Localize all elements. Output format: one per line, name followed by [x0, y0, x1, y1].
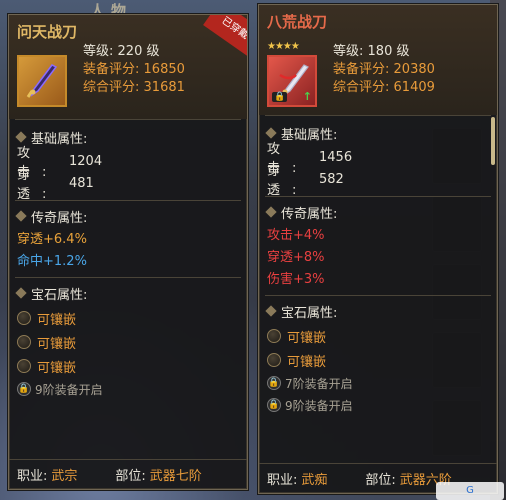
item-tooltip-equipped: 问天战刀 已穿戴 ★ 等级: 220 级 装备评分: 16850 综合评分: 3…	[8, 14, 248, 490]
tooltip-header: 问天战刀 已穿戴 ★ 等级: 220 级 装备评分: 16850 综合评分: 3…	[9, 15, 247, 119]
equip-score-label: 装备评分:	[83, 62, 140, 77]
blade-icon	[26, 64, 58, 98]
gem-slot[interactable]: 可镶嵌	[267, 348, 497, 372]
diamond-icon	[265, 305, 277, 317]
item-icon	[17, 55, 67, 107]
slot-label: 部位:	[365, 473, 396, 488]
gem-socket-icon	[267, 353, 281, 367]
tooltip-header: 八荒战刀 ★★★★ 🔒 ↑ 等级: 180 级 装备评分: 20380 综合评分…	[259, 5, 497, 115]
lock-icon: 🔒	[267, 398, 281, 412]
total-score-value: 31681	[143, 80, 185, 95]
diamond-icon	[265, 127, 277, 139]
item-stats: 等级: 180 级 装备评分: 20380 综合评分: 61409	[333, 43, 435, 97]
divider	[265, 295, 491, 296]
gem-slot-label: 可镶嵌	[37, 360, 77, 376]
gem-slot[interactable]: 可镶嵌	[267, 324, 497, 348]
divider	[15, 119, 241, 120]
job-value: 武痴	[301, 473, 328, 488]
level-value: 180 级	[367, 44, 410, 59]
section-title: 传奇属性:	[31, 210, 88, 226]
attribute-value: 481	[69, 175, 94, 191]
level-value: 220 级	[117, 44, 160, 59]
gem-socket-icon	[17, 359, 31, 373]
lock-label: 9阶装备开启	[35, 382, 103, 397]
item-name: 八荒战刀	[267, 13, 328, 31]
watermark-logo: G	[436, 482, 504, 500]
gem-slot-label: 可镶嵌	[287, 330, 327, 346]
item-tooltip-compare: 八荒战刀 ★★★★ 🔒 ↑ 等级: 180 级 装备评分: 20380 综合评分…	[258, 4, 498, 494]
tooltip-footer: 职业: 武宗 部位: 武器七阶	[9, 459, 247, 489]
lock-label: 9阶装备开启	[285, 398, 353, 413]
lock-label: 7阶装备开启	[285, 376, 353, 391]
equipped-badge: 已穿戴	[203, 15, 247, 58]
lock-icon: 🔒	[272, 92, 288, 102]
lock-icon: 🔒	[267, 376, 281, 390]
gem-socket-icon	[17, 311, 31, 325]
attribute-value: 1204	[69, 153, 103, 169]
base-attributes: 基础属性: 攻 击: 1456 穿 透: 582	[259, 120, 497, 198]
diamond-icon	[15, 210, 27, 222]
attribute-name: 穿 透:	[267, 164, 309, 198]
equip-score-value: 20380	[393, 62, 435, 77]
section-title: 传奇属性:	[281, 206, 338, 222]
locked-gem-slot: 🔒 9阶装备开启	[17, 378, 247, 400]
attribute-row: 穿 透: 582	[267, 164, 497, 198]
base-attributes: 基础属性: 攻 击: 1204 穿 透: 481	[9, 124, 247, 202]
section-title: 宝石属性:	[281, 305, 338, 321]
gem-slot[interactable]: 可镶嵌	[17, 306, 247, 330]
level-label: 等级:	[83, 44, 114, 59]
total-score-value: 61409	[393, 80, 435, 95]
locked-gem-slot: 🔒 9阶装备开启	[267, 394, 497, 416]
gem-slot[interactable]: 可镶嵌	[17, 354, 247, 378]
upgrade-arrow-icon: ↑	[302, 90, 312, 103]
gem-attributes: 宝石属性: 可镶嵌 可镶嵌 可镶嵌 🔒 9阶装备开启	[9, 280, 247, 400]
legend-attributes: 传奇属性: 穿透+6.4% 命中+1.2%	[9, 203, 247, 273]
total-score-label: 综合评分:	[333, 80, 390, 95]
star-rating-icon: ★★★★	[267, 41, 300, 52]
level-label: 等级:	[333, 44, 364, 59]
equip-score-label: 装备评分:	[333, 62, 390, 77]
background-title: 人物	[90, 2, 133, 20]
attribute-name: 穿 透:	[17, 168, 59, 202]
slot-label: 部位:	[115, 469, 146, 484]
item-name: 问天战刀	[17, 23, 78, 41]
legend-attribute: 伤害+3%	[267, 272, 325, 287]
gem-socket-icon	[17, 335, 31, 349]
attribute-value: 582	[319, 171, 344, 187]
total-score-label: 综合评分:	[83, 80, 140, 95]
attribute-row: 穿 透: 481	[17, 168, 247, 202]
diamond-icon	[265, 206, 277, 218]
gem-slot[interactable]: 可镶嵌	[17, 330, 247, 354]
legend-attribute: 攻击+4%	[267, 228, 325, 243]
legend-attributes: 传奇属性: 攻击+4% 穿透+8% 伤害+3%	[259, 199, 497, 291]
locked-gem-slot: 🔒 7阶装备开启	[267, 372, 497, 394]
gem-slot-label: 可镶嵌	[37, 336, 77, 352]
diamond-icon	[15, 287, 27, 299]
gem-slot-label: 可镶嵌	[287, 354, 327, 370]
gem-slot-label: 可镶嵌	[37, 312, 77, 328]
item-icon: 🔒 ↑	[267, 55, 317, 107]
slot-value: 武器七阶	[149, 469, 202, 484]
job-label: 职业:	[267, 473, 298, 488]
legend-attribute: 穿透+8%	[267, 250, 325, 265]
divider	[265, 115, 491, 116]
item-stats: 等级: 220 级 装备评分: 16850 综合评分: 31681	[83, 43, 185, 97]
lock-icon: 🔒	[17, 382, 31, 396]
section-title: 宝石属性:	[31, 287, 88, 303]
legend-attribute: 命中+1.2%	[17, 254, 87, 269]
equip-score-value: 16850	[143, 62, 185, 77]
diamond-icon	[15, 131, 27, 143]
gem-attributes: 宝石属性: 可镶嵌 可镶嵌 🔒 7阶装备开启 🔒 9阶装备开启	[259, 298, 497, 416]
divider	[15, 277, 241, 278]
job-label: 职业:	[17, 469, 48, 484]
attribute-value: 1456	[319, 149, 353, 165]
job-value: 武宗	[51, 469, 78, 484]
gem-socket-icon	[267, 329, 281, 343]
legend-attribute: 穿透+6.4%	[17, 232, 87, 247]
